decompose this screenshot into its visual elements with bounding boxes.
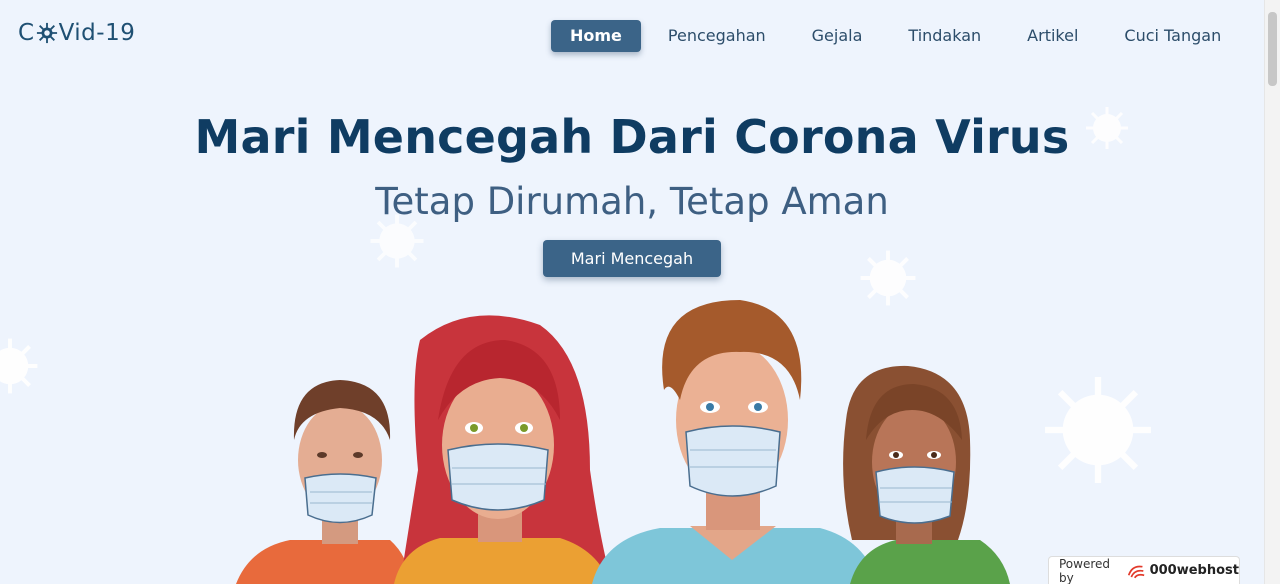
badge-brand: 000webhost <box>1149 563 1239 578</box>
badge-prefix: Powered by <box>1059 556 1111 584</box>
scrollbar-thumb[interactable] <box>1268 12 1277 86</box>
000webhost-logo-icon <box>1127 565 1145 578</box>
masked-people-illustration <box>236 300 1010 584</box>
person-woman <box>843 365 1010 584</box>
person-redhead <box>394 315 612 584</box>
powered-by-badge[interactable]: Powered by 000webhost <box>1048 556 1240 584</box>
page-scrollbar[interactable] <box>1264 0 1280 584</box>
person-boy <box>236 380 412 584</box>
person-man <box>592 300 878 584</box>
